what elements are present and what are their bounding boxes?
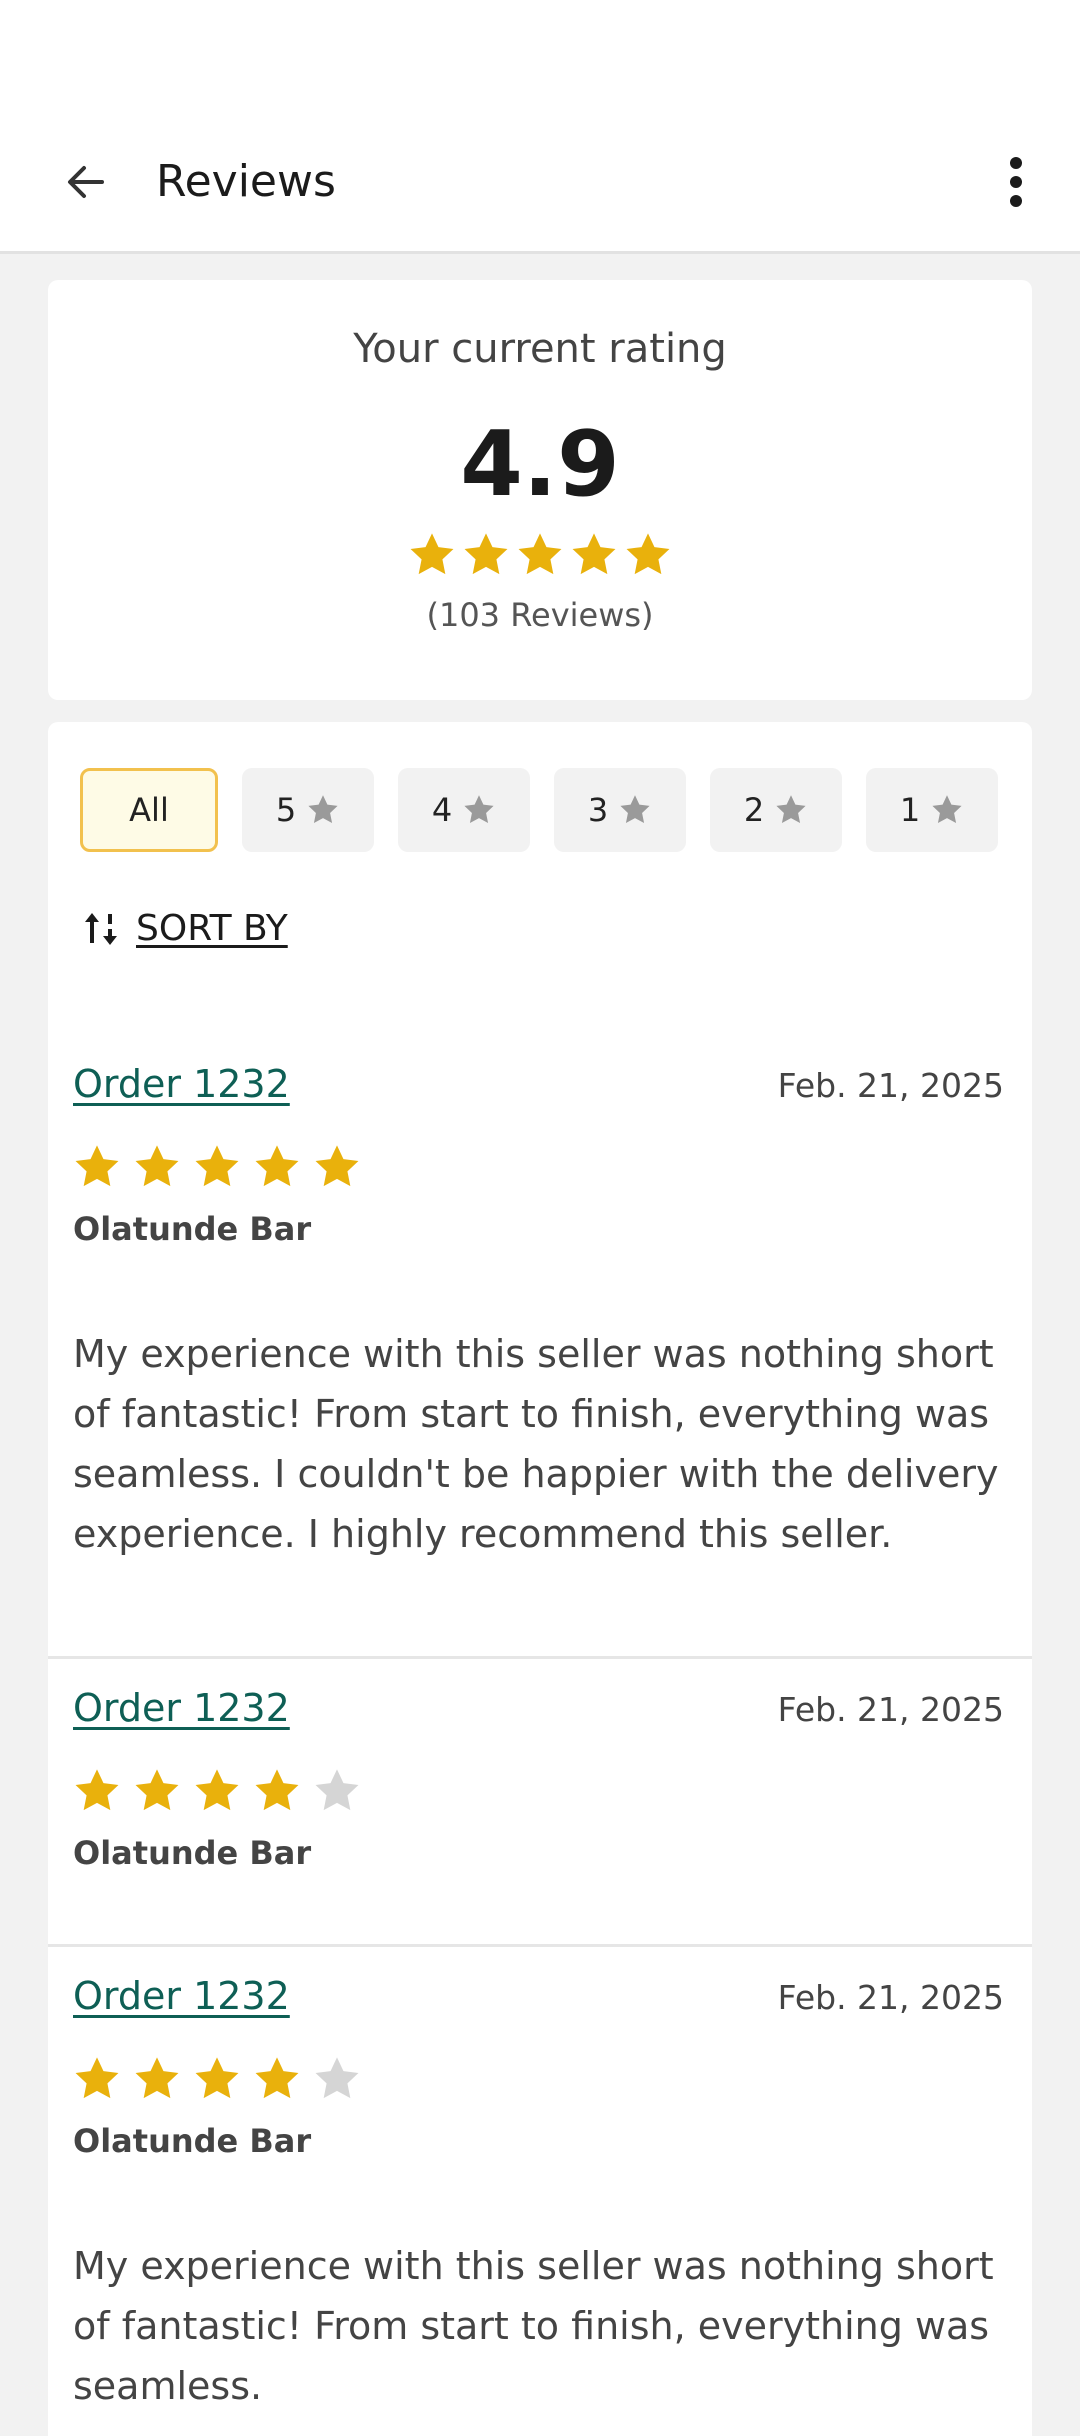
star-icon [75,1145,119,1187]
status-bar [0,0,1080,112]
star-icon [255,1769,299,1811]
filter-chip-label: 4 [431,791,453,829]
star-icon [75,1769,119,1811]
reviewer-name: Olatunde Bar [73,1210,312,1248]
review-text: My experience with this seller was nothi… [73,1332,999,1556]
rating-heading: Your current rating [353,326,727,372]
star-icon [932,795,962,824]
star-icon [135,1769,179,1811]
review-text: My experience with this seller was nothi… [73,2244,994,2408]
star-icon [255,1145,299,1187]
star-icon [255,2057,299,2099]
star-icon [518,533,562,575]
back-button[interactable] [56,152,116,212]
rating-value: 4.9 [460,412,620,517]
more-vertical-icon [1010,156,1022,207]
filter-chip-5-star[interactable]: 5 [242,768,374,852]
filter-chip-label: 3 [587,791,609,829]
arrow-left-icon [68,165,104,198]
star-icon [75,2057,119,2099]
order-link[interactable]: Order 1232 [73,1062,290,1106]
review-divider [48,1656,1032,1659]
star-icon [464,795,494,824]
star-icon [195,1769,239,1811]
review-date: Feb. 21, 2025 [777,1690,1004,1729]
rating-filter-chips: All 5 4 3 2 1 [80,768,998,852]
star-icon [626,533,670,575]
review-stars [72,1142,362,1192]
star-icon [776,795,806,824]
app-bar: Reviews [0,112,1080,254]
reviews-screen: Reviews Your current rating 4.9 (103 Rev… [0,0,1080,2436]
review-divider [48,1944,1032,1947]
filter-chip-1-star[interactable]: 1 [866,768,998,852]
review-count: (103 Reviews) [426,596,654,634]
reviewer-name: Olatunde Bar [73,2122,312,2160]
filter-chip-4-star[interactable]: 4 [398,768,530,852]
star-icon [315,2057,359,2099]
sort-by-button[interactable]: SORT BY [82,908,288,949]
filter-chip-label: 5 [275,791,297,829]
order-link[interactable]: Order 1232 [73,1686,290,1730]
star-icon [315,1145,359,1187]
filter-chip-label: All [129,791,169,829]
reviews-list-card: All 5 4 3 2 1 SORT BY Order 1232 Feb. 21, 2025… [48,722,1032,2436]
rating-summary-card: Your current rating 4.9 (103 Reviews) [48,280,1032,700]
star-icon [195,1145,239,1187]
star-icon [308,795,338,824]
reviewer-name: Olatunde Bar [73,1834,312,1872]
star-icon [410,533,454,575]
filter-chip-2-star[interactable]: 2 [710,768,842,852]
filter-chip-all[interactable]: All [80,768,218,852]
star-icon [195,2057,239,2099]
star-icon [464,533,508,575]
review-date: Feb. 21, 2025 [777,1066,1004,1105]
filter-chip-label: 1 [899,791,921,829]
star-icon [315,1769,359,1811]
sort-icon [85,912,117,945]
star-icon [135,2057,179,2099]
star-icon [135,1145,179,1187]
star-icon [572,533,616,575]
review-date: Feb. 21, 2025 [777,1978,1004,2017]
rating-stars [48,530,1032,580]
page-title: Reviews [156,156,336,207]
filter-chip-3-star[interactable]: 3 [554,768,686,852]
review-stars [72,1766,362,1816]
order-link[interactable]: Order 1232 [73,1974,290,2018]
more-options-button[interactable] [996,152,1036,212]
review-stars [72,2054,362,2104]
sort-by-label: SORT BY [136,908,288,949]
filter-chip-label: 2 [743,791,765,829]
star-icon [620,795,650,824]
